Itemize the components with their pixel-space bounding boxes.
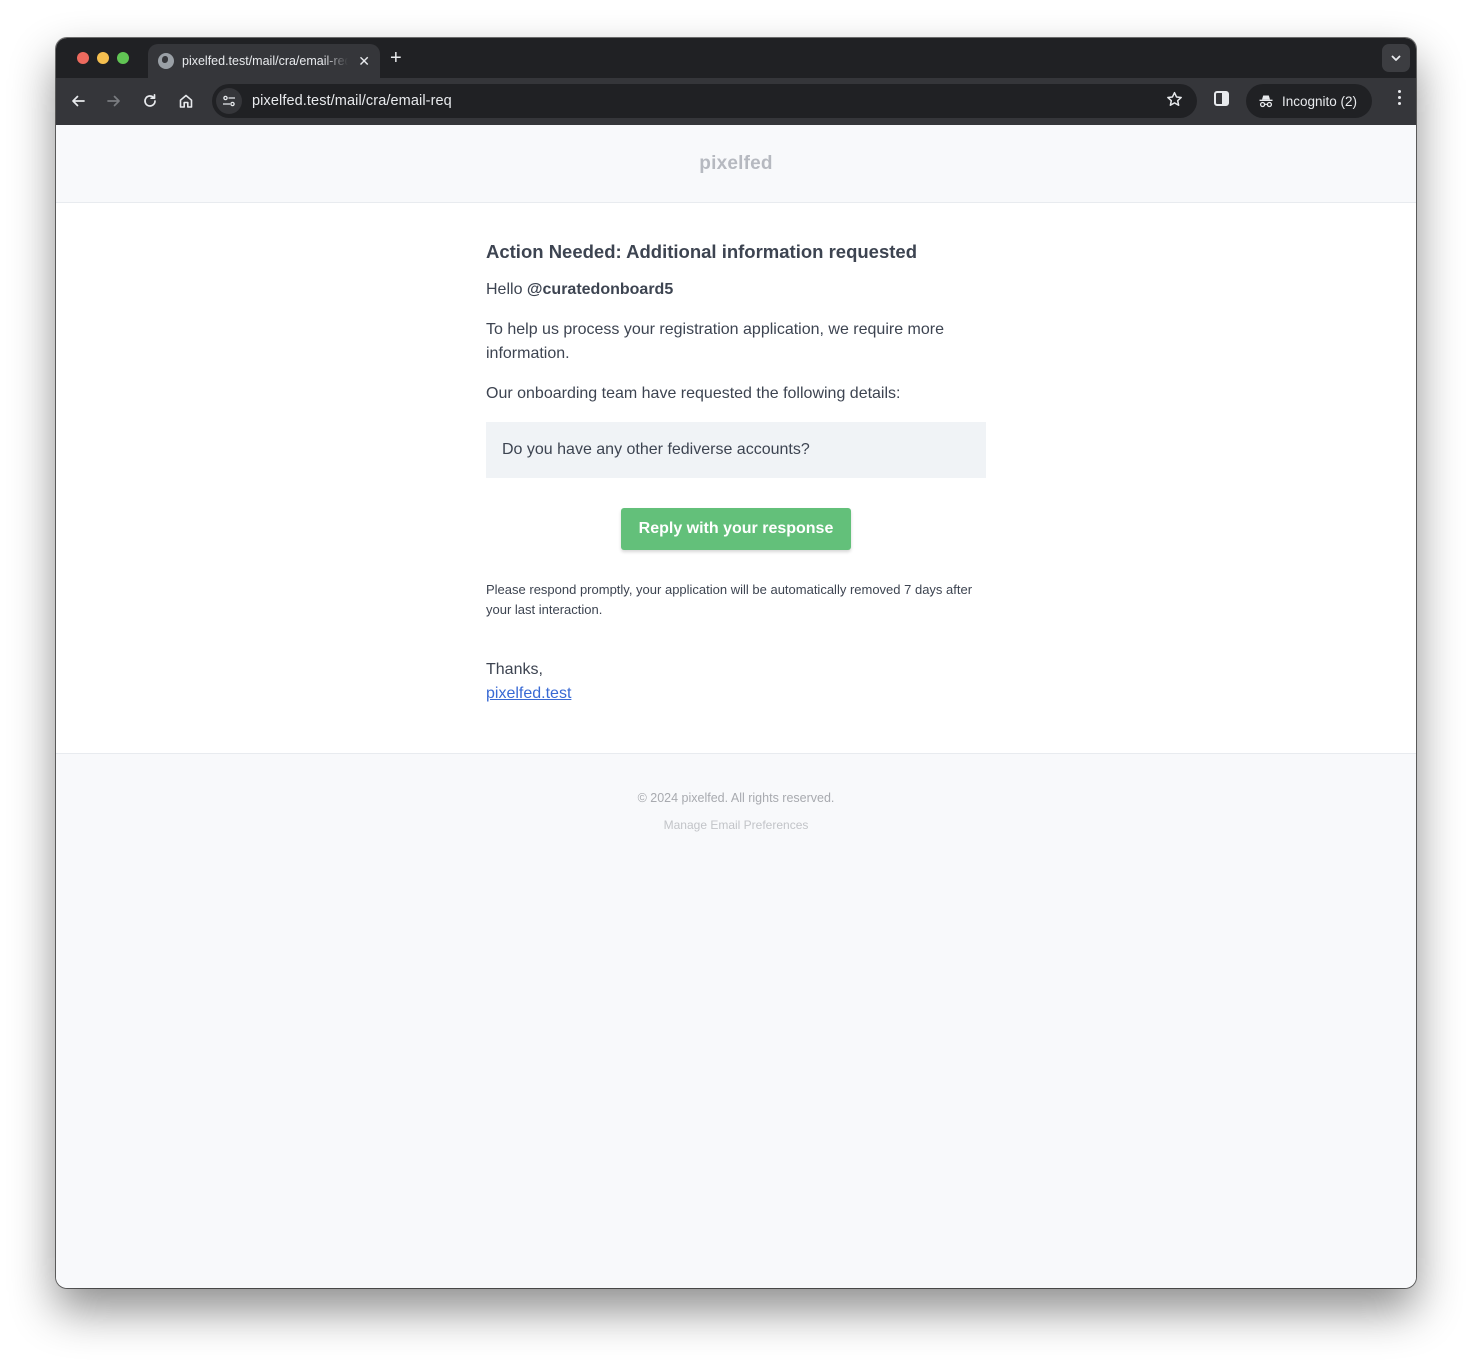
intro-text: To help us process your registration app… [486, 321, 945, 362]
sign-off: Thanks, [486, 661, 543, 678]
close-tab-icon[interactable]: ✕ [358, 54, 370, 68]
email-body: Action Needed: Additional information re… [56, 203, 1416, 754]
manage-email-preferences-link[interactable]: Manage Email Preferences [664, 818, 809, 832]
side-panel-icon[interactable] [1214, 91, 1229, 106]
greeting-text: Hello [486, 281, 523, 298]
browser-toolbar: pixelfed.test/mail/cra/email-req Incogni… [56, 78, 1416, 125]
details-intro-text: Our onboarding team have requested the f… [486, 385, 901, 402]
tab-active[interactable]: pixelfed.test/mail/cra/email-req ✕ [148, 44, 380, 78]
email-header: pixelfed [56, 125, 1416, 203]
reload-button[interactable] [138, 89, 162, 113]
copyright-text: © 2024 pixelfed. All rights reserved. [637, 791, 835, 805]
home-icon [179, 94, 193, 108]
site-info-button[interactable] [216, 88, 242, 114]
tab-search-button[interactable] [1382, 44, 1410, 72]
url-text[interactable]: pixelfed.test/mail/cra/email-req [252, 93, 452, 109]
email-content: Action Needed: Additional information re… [486, 203, 986, 706]
new-tab-button[interactable]: + [390, 46, 402, 70]
chevron-down-icon [1391, 55, 1401, 61]
maximize-window-button[interactable] [117, 52, 129, 64]
incognito-icon [1259, 95, 1273, 108]
more-menu-icon[interactable] [1398, 90, 1402, 105]
address-bar[interactable]: pixelfed.test/mail/cra/email-req [212, 84, 1197, 118]
email-heading: Action Needed: Additional information re… [486, 241, 918, 262]
reply-button[interactable]: Reply with your response [620, 508, 852, 550]
minimize-window-button[interactable] [97, 52, 109, 64]
tab-title: pixelfed.test/mail/cra/email-req [182, 54, 349, 68]
tune-icon [223, 95, 235, 107]
incognito-profile-button[interactable]: Incognito (2) [1246, 84, 1372, 118]
site-link[interactable]: pixelfed.test [486, 685, 571, 702]
forward-button[interactable] [102, 89, 126, 113]
username: @curatedonboard5 [526, 281, 674, 298]
greeting: Hello @curatedonboard5 [486, 278, 986, 302]
home-button[interactable] [174, 89, 198, 113]
arrow-left-icon [72, 95, 85, 107]
brand-logo[interactable]: pixelfed [699, 153, 772, 175]
reload-icon [144, 93, 156, 107]
globe-icon [158, 53, 174, 69]
close-window-button[interactable] [77, 52, 89, 64]
profile-label: Incognito (2) [1282, 93, 1358, 109]
bookmark-star-icon[interactable] [1166, 91, 1183, 113]
request-question: Do you have any other fediverse accounts… [502, 441, 810, 458]
note-text: Please respond promptly, your applicatio… [486, 582, 973, 617]
email-footer: © 2024 pixelfed. All rights reserved. Ma… [56, 754, 1416, 834]
back-button[interactable] [66, 89, 90, 113]
arrow-right-icon [107, 95, 120, 107]
browser-window: pixelfed.test/mail/cra/email-req ✕ + pix… [56, 38, 1416, 1288]
request-panel: Do you have any other fediverse accounts… [486, 422, 986, 478]
page-viewport: pixelfed Action Needed: Additional infor… [56, 125, 1416, 1288]
tab-strip: pixelfed.test/mail/cra/email-req ✕ + [56, 38, 1416, 78]
